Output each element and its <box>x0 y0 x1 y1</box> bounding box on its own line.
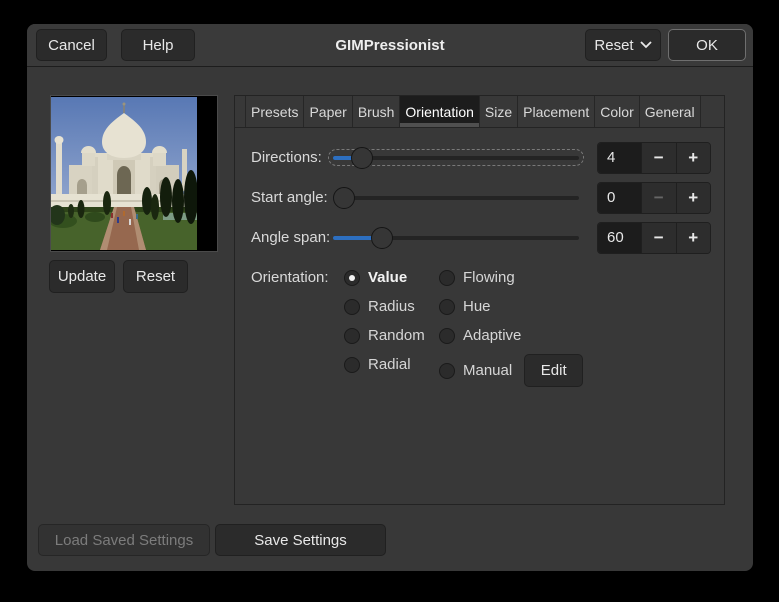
preview-image <box>50 95 218 252</box>
edit-button[interactable]: Edit <box>524 354 584 387</box>
cancel-button[interactable]: Cancel <box>36 29 107 61</box>
radio-icon <box>344 298 360 315</box>
radio-option-adaptive[interactable]: Adaptive <box>439 327 583 344</box>
slider-trough[interactable] <box>333 196 579 200</box>
radio-label: Flowing <box>463 269 515 286</box>
directions-label: Directions: <box>251 149 322 166</box>
angle-span-row: Angle span: 60 − + <box>235 222 724 254</box>
chevron-down-icon <box>639 41 652 49</box>
radio-option-random[interactable]: Random <box>344 327 439 344</box>
radio-label: Hue <box>463 298 491 315</box>
orientation-tab-panel: Directions: 4 − + Start angle: 0 − + Ang… <box>235 128 724 504</box>
plus-icon[interactable]: + <box>675 223 710 253</box>
radio-label: Radius <box>368 298 415 315</box>
start-angle-spinbutton: 0 − + <box>597 182 711 214</box>
radio-option-manual[interactable]: Manual <box>439 362 512 379</box>
angle-span-value-entry[interactable]: 60 <box>598 223 641 253</box>
tab-paper[interactable]: Paper <box>304 96 353 127</box>
tab-brush[interactable]: Brush <box>353 96 401 127</box>
radio-icon <box>344 356 360 373</box>
tab-bar: Presets Paper Brush Orientation Size Pla… <box>235 96 724 128</box>
radio-icon <box>344 269 360 286</box>
radio-icon <box>439 327 455 344</box>
radio-option-flowing[interactable]: Flowing <box>439 269 583 286</box>
start-angle-row: Start angle: 0 − + <box>235 182 724 214</box>
radio-label: Manual <box>463 362 513 379</box>
radio-label: Adaptive <box>463 327 522 344</box>
settings-notebook: Presets Paper Brush Orientation Size Pla… <box>234 95 725 505</box>
minus-icon[interactable]: − <box>641 223 676 253</box>
start-angle-value-entry[interactable]: 0 <box>598 183 641 213</box>
radio-option-radial[interactable]: Radial <box>344 356 439 373</box>
manual-cell: Manual Edit <box>439 354 584 387</box>
slider-thumb[interactable] <box>371 227 394 249</box>
slider-thumb[interactable] <box>350 147 373 169</box>
preview-reset-button[interactable]: Reset <box>123 260 188 293</box>
radio-icon <box>439 298 455 315</box>
update-button[interactable]: Update <box>49 260 115 293</box>
minus-icon: − <box>641 183 676 213</box>
tab-general[interactable]: General <box>640 96 701 127</box>
radio-icon <box>344 327 360 344</box>
orientation-radio-group: Value Flowing Radius Hue Random Adaptive… <box>344 263 584 387</box>
angle-span-label: Angle span: <box>251 229 331 246</box>
headerbar-actions: Reset OK <box>585 29 746 61</box>
plus-icon[interactable]: + <box>675 183 710 213</box>
radio-option-hue[interactable]: Hue <box>439 298 583 315</box>
radio-label: Random <box>368 327 425 344</box>
radio-icon <box>439 362 455 379</box>
angle-span-slider[interactable] <box>333 222 579 254</box>
radio-label: Value <box>368 269 408 286</box>
tab-presets[interactable]: Presets <box>245 96 305 127</box>
screen-background: Cancel Help GIMPressionist Reset OK Upda… <box>0 0 779 602</box>
radio-option-radius[interactable]: Radius <box>344 298 439 315</box>
directions-spinbutton: 4 − + <box>597 142 711 174</box>
gimpressionist-dialog: Cancel Help GIMPressionist Reset OK Upda… <box>27 24 753 571</box>
ok-button[interactable]: OK <box>668 29 746 61</box>
headerbar: Cancel Help GIMPressionist Reset OK <box>27 24 753 67</box>
radio-option-value[interactable]: Value <box>344 269 439 286</box>
orientation-label: Orientation: <box>251 269 329 286</box>
directions-slider[interactable] <box>328 142 584 174</box>
angle-span-spinbutton: 60 − + <box>597 222 711 254</box>
tab-placement[interactable]: Placement <box>518 96 596 127</box>
reset-menu-button[interactable]: Reset <box>585 29 661 61</box>
slider-thumb[interactable] <box>333 187 355 209</box>
load-saved-settings-button: Load Saved Settings <box>38 524 210 556</box>
radio-icon <box>439 269 455 286</box>
minus-icon[interactable]: − <box>641 143 676 173</box>
taj-mahal-photo <box>51 97 197 250</box>
plus-icon[interactable]: + <box>675 143 710 173</box>
directions-value-entry[interactable]: 4 <box>598 143 641 173</box>
tab-orientation[interactable]: Orientation <box>400 96 480 127</box>
directions-row: Directions: 4 − + <box>235 142 724 174</box>
save-settings-button[interactable]: Save Settings <box>215 524 386 556</box>
radio-label: Radial <box>368 356 411 373</box>
start-angle-label: Start angle: <box>251 189 328 206</box>
reset-menu-label: Reset <box>594 36 634 54</box>
help-button[interactable]: Help <box>121 29 195 61</box>
tab-color[interactable]: Color <box>595 96 640 127</box>
start-angle-slider[interactable] <box>333 182 579 214</box>
tab-size[interactable]: Size <box>480 96 519 127</box>
